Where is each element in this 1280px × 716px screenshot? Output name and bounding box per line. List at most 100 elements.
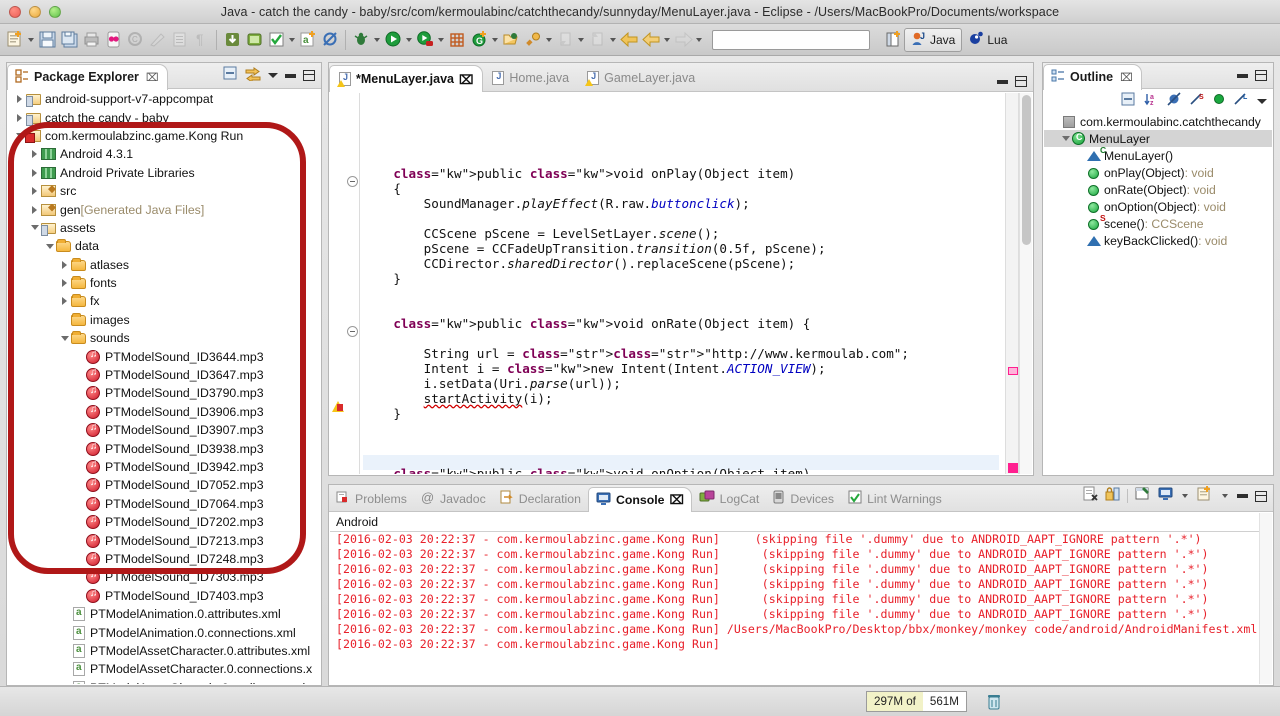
tree-item[interactable]: PTModelSound_ID7248.mp3 xyxy=(8,550,320,568)
tree-item[interactable]: PTModelAssetCharacter.0.attributes.xml xyxy=(8,642,320,660)
tree-item[interactable]: PTModelSound_ID3938.mp3 xyxy=(8,439,320,457)
view-menu-icon[interactable] xyxy=(268,73,278,78)
tree-item[interactable]: Android 4.3.1 xyxy=(8,145,320,163)
link-with-editor-icon[interactable] xyxy=(245,66,261,86)
console-tab-lint-warnings[interactable]: Lint Warnings xyxy=(841,486,949,511)
save-icon[interactable] xyxy=(36,28,58,52)
open-type-icon[interactable] xyxy=(500,28,522,52)
editor-source-code[interactable]: class="kw">public class="kw">void onPlay… xyxy=(363,106,1000,474)
tree-twisty-icon[interactable] xyxy=(59,256,70,274)
overview-warning-marker[interactable] xyxy=(1008,367,1018,375)
previous-annotation-dropdown-icon[interactable] xyxy=(608,28,618,52)
debug-icon[interactable] xyxy=(350,28,372,52)
tree-item[interactable]: catch the candy - baby xyxy=(8,108,320,126)
open-console-icon[interactable] xyxy=(1197,486,1213,506)
console-tab-javadoc[interactable]: @ Javadoc xyxy=(414,486,493,511)
close-icon[interactable]: ⌧ xyxy=(1120,71,1133,84)
outline-item[interactable]: com.kermoulabinc.catchthecandy xyxy=(1044,113,1272,130)
android-sdk-manager-icon[interactable] xyxy=(102,28,124,52)
sort-icon[interactable]: az xyxy=(1144,92,1159,111)
outline-item[interactable]: Sscene() : CCScene xyxy=(1044,213,1272,232)
search-icon[interactable] xyxy=(522,28,544,52)
editor-annotation-gutter[interactable] xyxy=(330,93,346,474)
new-java-class-icon[interactable] xyxy=(446,28,468,52)
search-input[interactable] xyxy=(712,29,870,50)
minimize-icon[interactable] xyxy=(997,79,1008,84)
tree-item[interactable]: atlases xyxy=(8,256,320,274)
tab-home-java[interactable]: Home.java xyxy=(483,64,578,91)
perspective-java[interactable]: J Java xyxy=(904,27,963,52)
tree-item[interactable]: android-support-v7-appcompat xyxy=(8,90,320,108)
minimize-icon[interactable] xyxy=(1237,494,1248,498)
maximize-icon[interactable] xyxy=(303,70,315,81)
console-tab-declaration[interactable]: Declaration xyxy=(493,486,588,511)
tree-twisty-icon[interactable] xyxy=(14,109,25,127)
tree-item[interactable]: fx xyxy=(8,292,320,310)
display-console-icon[interactable] xyxy=(1158,486,1173,506)
heap-status-indicator[interactable]: 297M of 561M xyxy=(866,691,967,712)
overview-error-marker[interactable] xyxy=(1008,463,1018,473)
minimize-icon[interactable] xyxy=(285,73,296,78)
tree-twisty-icon[interactable] xyxy=(59,274,70,292)
tree-item[interactable]: src xyxy=(8,182,320,200)
minimize-icon[interactable] xyxy=(1237,73,1248,78)
tree-twisty-icon[interactable] xyxy=(29,164,40,182)
lock-scroll-icon[interactable] xyxy=(1105,486,1120,506)
outline-item[interactable]: C MenuLayer() xyxy=(1044,145,1272,164)
tree-twisty-icon[interactable] xyxy=(44,237,55,255)
next-annotation-dropdown-icon[interactable] xyxy=(576,28,586,52)
collapse-all-icon[interactable] xyxy=(1121,92,1136,111)
tree-item[interactable]: PTModelSound_ID3647.mp3 xyxy=(8,366,320,384)
close-icon[interactable]: ⌧ xyxy=(669,493,683,507)
open-console-dropdown-icon[interactable] xyxy=(1220,484,1230,508)
console-tab-devices[interactable]: Devices xyxy=(766,486,841,511)
console-vertical-scrollbar[interactable] xyxy=(1259,513,1272,684)
tree-item[interactable]: fonts xyxy=(8,274,320,292)
collapse-all-icon[interactable] xyxy=(223,66,238,86)
close-icon[interactable]: ⌧ xyxy=(146,71,159,84)
maximize-icon[interactable] xyxy=(1255,70,1267,81)
view-menu-icon[interactable] xyxy=(1257,98,1267,104)
outline-item[interactable]: onRate(Object) : void xyxy=(1044,181,1272,198)
save-all-icon[interactable] xyxy=(58,28,80,52)
tree-item[interactable]: assets xyxy=(8,219,320,237)
display-console-dropdown-icon[interactable] xyxy=(1180,484,1190,508)
outline-item[interactable]: keyBackClicked() : void xyxy=(1044,232,1272,249)
console-tab-console[interactable]: Console ⌧ xyxy=(587,487,692,512)
hide-fields-icon[interactable] xyxy=(1167,91,1182,111)
tree-item[interactable]: PTModelSound_ID3907.mp3 xyxy=(8,421,320,439)
tree-item[interactable]: PTModelSound_ID7052.mp3 xyxy=(8,476,320,494)
run-dropdown-icon[interactable] xyxy=(404,28,414,52)
tree-twisty-icon[interactable] xyxy=(59,292,70,310)
outline-item[interactable]: onPlay(Object) : void xyxy=(1044,164,1272,181)
tree-item[interactable]: PTModelAnimation.0.attributes.xml xyxy=(8,605,320,623)
outline-tree[interactable]: com.kermoulabinc.catchthecandy MenuLayerC… xyxy=(1044,113,1272,474)
tree-twisty-icon[interactable] xyxy=(14,127,25,145)
new-package-dropdown-icon[interactable] xyxy=(490,28,500,52)
console-output[interactable]: [2016-02-03 20:22:37 - com.kermoulabzinc… xyxy=(330,532,1272,652)
lint-dropdown-icon[interactable] xyxy=(287,28,297,52)
run-icon[interactable] xyxy=(382,28,404,52)
back-dropdown-icon[interactable] xyxy=(662,28,672,52)
skip-breakpoints-icon[interactable] xyxy=(319,28,341,52)
tree-twisty-icon[interactable] xyxy=(29,182,40,200)
open-perspective-icon[interactable] xyxy=(882,28,904,52)
tree-item[interactable]: PTModelSound_ID7303.mp3 xyxy=(8,568,320,586)
tree-item[interactable]: PTModelAssetCharacter.0.connections.x xyxy=(8,660,320,678)
tab-menulayer-java[interactable]: *MenuLayer.java ⌧ xyxy=(329,65,484,92)
perspective-lua[interactable]: Lua xyxy=(962,28,1013,52)
tree-item[interactable]: PTModelAnimation.0.connections.xml xyxy=(8,623,320,641)
maximize-icon[interactable] xyxy=(1015,76,1027,87)
fold-collapse-icon[interactable] xyxy=(347,326,358,337)
editor-body[interactable]: class="kw">public class="kw">void onPlay… xyxy=(330,93,1032,474)
console-body[interactable]: Android [2016-02-03 20:22:37 - com.kermo… xyxy=(330,513,1272,684)
tree-twisty-icon[interactable] xyxy=(29,201,40,219)
tree-item[interactable]: PTModelSound_ID3790.mp3 xyxy=(8,384,320,402)
error-marker-icon[interactable] xyxy=(332,400,345,413)
android-import-icon[interactable] xyxy=(221,28,243,52)
tree-item[interactable]: PTModelSound_ID7213.mp3 xyxy=(8,531,320,549)
outline-item[interactable]: onOption(Object) : void xyxy=(1044,198,1272,215)
editor-overview-ruler[interactable] xyxy=(1005,93,1019,474)
lint-check-icon[interactable] xyxy=(265,28,287,52)
forward-dropdown-icon[interactable] xyxy=(694,28,704,52)
